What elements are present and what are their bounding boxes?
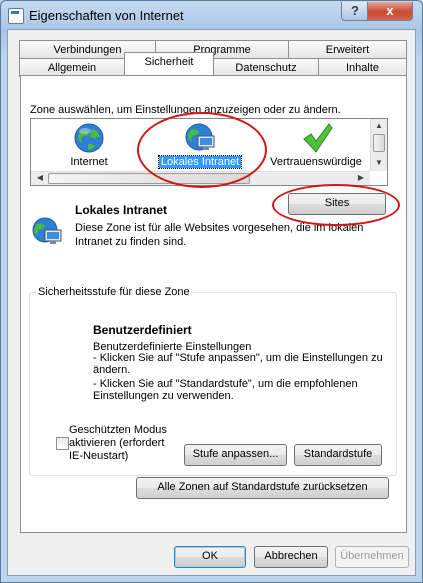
zone-item-internet[interactable]: Internet — [34, 119, 144, 171]
protected-mode-checkbox[interactable] — [56, 437, 69, 450]
cancel-button[interactable]: Abbrechen — [254, 546, 328, 568]
tab-sicherheit[interactable]: Sicherheit — [124, 52, 214, 75]
protected-mode-label: aktivieren (erfordert — [69, 437, 165, 449]
zone-list-horizontal-scrollbar[interactable]: ◀ ▶ — [31, 171, 370, 185]
vertical-scroll-thumb[interactable] — [373, 134, 385, 152]
zone-label-vertrauenswuerdige: Vertrauenswürdige — [270, 156, 362, 168]
reset-all-zones-button[interactable]: Alle Zonen auf Standardstufe zurücksetze… — [136, 477, 389, 499]
zone-item-vertrauenswuerdige[interactable]: Vertrauenswürdige — [261, 119, 371, 171]
title-bar[interactable]: Eigenschaften von Internet ? x — [1, 1, 422, 29]
horizontal-scroll-thumb[interactable] — [48, 173, 250, 184]
tab-erweitert[interactable]: Erweitert — [288, 40, 407, 59]
sites-button[interactable]: Sites — [288, 193, 386, 215]
security-level-line: - Klicken Sie auf "Stufe anpassen", um d… — [93, 352, 383, 364]
zone-label-internet: Internet — [70, 156, 108, 168]
zone-item-lokales-intranet[interactable]: Lokales Intranet — [145, 119, 255, 171]
window-title: Eigenschaften von Internet — [29, 8, 184, 23]
scroll-up-icon[interactable]: ▲ — [372, 120, 386, 132]
security-level-group-title: Sicherheitsstufe für diese Zone — [36, 286, 192, 298]
apply-button[interactable]: Übernehmen — [335, 546, 409, 568]
default-level-button[interactable]: Standardstufe — [294, 444, 382, 466]
zone-list[interactable]: Internet Lokales Intranet Vertrauenswürd… — [30, 118, 388, 186]
globe-icon — [74, 123, 104, 153]
security-level-line: - Klicken Sie auf "Standardstufe", um di… — [93, 378, 358, 390]
zone-label-lokales-intranet: Lokales Intranet — [157, 155, 243, 169]
zone-detail-description: Diese Zone ist für alle Websites vorgese… — [75, 222, 364, 248]
protected-mode-label: Geschützten Modus — [69, 424, 167, 436]
ok-button[interactable]: OK — [174, 546, 246, 568]
checkmark-icon — [303, 123, 333, 153]
internet-options-icon — [8, 8, 24, 24]
customize-level-button[interactable]: Stufe anpassen... — [184, 444, 287, 466]
scroll-down-icon[interactable]: ▼ — [372, 157, 386, 169]
scroll-left-icon[interactable]: ◀ — [33, 172, 47, 184]
help-button[interactable]: ? — [341, 2, 369, 21]
intranet-detail-icon — [32, 217, 62, 244]
security-level-line: Einstellungen zu verwenden. — [93, 390, 234, 402]
security-level-title: Benutzerdefiniert — [93, 323, 192, 337]
zone-list-vertical-scrollbar[interactable]: ▲ ▼ — [370, 119, 387, 171]
scroll-right-icon[interactable]: ▶ — [354, 172, 368, 184]
intranet-icon — [185, 123, 215, 151]
zone-instruction: Zone auswählen, um Einstellungen anzuzei… — [30, 104, 341, 116]
security-level-line: ändern. — [93, 364, 131, 376]
protected-mode-label: IE-Neustart) — [69, 450, 129, 462]
close-button[interactable]: x — [367, 2, 413, 21]
zone-detail-title: Lokales Intranet — [75, 203, 168, 217]
